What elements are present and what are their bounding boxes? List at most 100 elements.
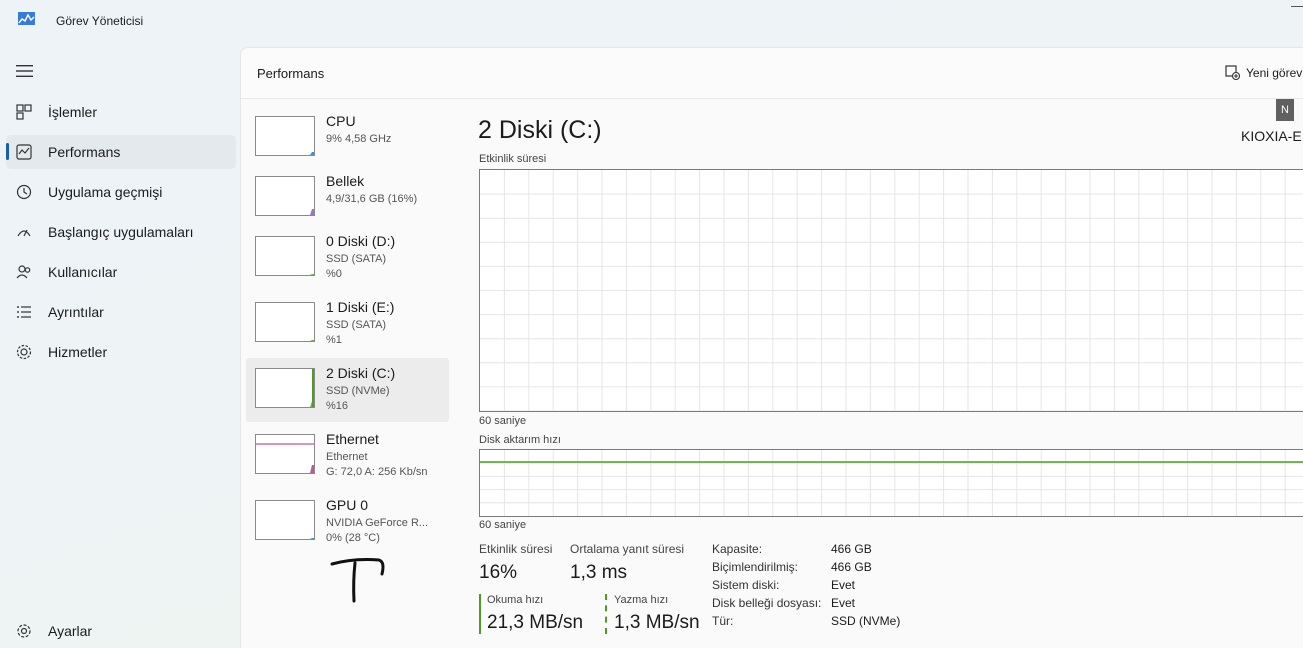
device-subtitle: SSD (SATA) [326,319,387,331]
property-key: Kapasite: [712,542,763,556]
usage-fill [310,340,314,341]
property-value: Evet [831,578,856,592]
main-panel: Performans Yeni görev CPU 9% 4,58 GHz Bell… [240,47,1303,648]
activity-time-label: Etkinlik süresi [479,542,553,556]
device-subtitle: Ethernet [326,451,368,463]
usage-fill [310,274,314,275]
window-title: Görev Yöneticisi [56,14,144,28]
graph2-time-label: 60 saniye [479,519,527,531]
device-thumbnail-graph [255,176,315,216]
read-speed-value: 21,3 MB/sn [487,612,584,633]
device-name: GPU 0 [326,497,369,513]
device-cpu[interactable]: CPU 9% 4,58 GHz [246,106,449,170]
device-status: %16 [326,400,349,412]
device-disk-0[interactable]: 0 Diski (D:) SSD (SATA) %0 [246,226,449,290]
graph2-label: Disk aktarım hızı [479,434,561,446]
device-thumbnail-graph [255,500,315,540]
device-thumbnail-graph [255,116,315,156]
nav-label: Performans [48,144,121,160]
device-ethernet[interactable]: Ethernet Ethernet G: 72,0 A: 256 Kb/sn [246,424,449,488]
device-name: 1 Diski (E:) [326,299,395,315]
device-name: 0 Diski (D:) [326,233,396,249]
device-thumbnail-graph [255,302,315,342]
device-disk-1[interactable]: 1 Diski (E:) SSD (SATA) %1 [246,292,449,356]
device-subtitle: 9% 4,58 GHz [326,133,392,145]
property-value: SSD (NVMe) [831,614,901,628]
usage-fill [310,465,314,473]
device-name: 2 Diski (C:) [326,365,396,381]
nav-item-startup-apps[interactable]: Başlangıç uygulamaları [6,215,236,249]
device-status: G: 72,0 A: 256 Kb/sn [326,466,428,478]
read-speed-marker [479,594,481,634]
nav-item-processes[interactable]: İşlemler [6,95,236,129]
nav-item-performance[interactable]: Performans [6,135,236,169]
transfer-rate-graph [479,449,1303,517]
graph1-time-label: 60 saniye [479,415,527,427]
nav-label: Kullanıcılar [48,264,118,280]
hamburger-menu-icon[interactable] [16,64,33,78]
nav-label: Ayarlar [48,623,93,639]
details-icon [17,306,31,318]
device-memory[interactable]: Bellek 4,9/31,6 GB (16%) [246,166,449,230]
usage-fill [310,209,314,215]
nav-item-details[interactable]: Ayrıntılar [6,295,236,329]
detail-title: 2 Diski (C:) [478,116,602,144]
device-subtitle: 4,9/31,6 GB (16%) [326,193,418,205]
active-indicator [6,143,9,160]
page-title: Performans [257,66,325,81]
task-manager-icon [18,12,35,25]
device-subtitle: SSD (NVMe) [326,385,390,397]
nav-item-users[interactable]: Kullanıcılar [6,255,236,289]
minimize-button[interactable] [1291,6,1303,7]
avg-response-value: 1,3 ms [570,562,628,583]
nav-label: Ayrıntılar [48,304,104,320]
property-value: 466 GB [831,560,872,574]
new-task-label: Yeni görev [1246,65,1303,80]
nav-label: İşlemler [48,104,98,120]
disk-model: KIOXIA-E [1241,128,1302,144]
write-speed-label: Yazma hızı [614,594,669,606]
device-status: %1 [326,334,342,346]
device-name: Ethernet [326,431,379,447]
device-subtitle: SSD (SATA) [326,253,387,265]
main-header: Performans Yeni görev [241,48,1303,99]
write-speed-marker [605,594,607,634]
property-key: Biçimlendirilmiş: [712,560,799,574]
device-subtitle: NVIDIA GeForce R... [326,517,429,529]
property-key: Disk belleği dosyası: [712,596,822,610]
graph1-label: Etkinlik süresi [479,153,547,165]
nav-item-app-history[interactable]: Uygulama geçmişi [6,175,236,209]
nav-label: Başlangıç uygulamaları [48,224,194,240]
processes-icon [16,104,32,120]
device-gpu-0[interactable]: GPU 0 NVIDIA GeForce R... 0% (28 °C) [246,490,449,554]
device-disk-2[interactable]: 2 Diski (C:) SSD (NVMe) %16 [246,358,449,422]
new-task-icon [1225,65,1240,80]
nav-label: Uygulama geçmişi [48,184,163,200]
write-speed-value: 1,3 MB/sn [614,612,700,633]
property-value: Evet [831,596,856,610]
model-badge: N [1276,99,1294,121]
gear-icon [17,624,31,638]
avg-response-label: Ortalama yanıt süresi [570,542,685,556]
nav-item-settings[interactable]: Ayarlar [6,614,236,648]
handwritten-t-mark [330,558,385,603]
property-key: Tür: [712,614,734,628]
device-name: CPU [326,113,356,129]
performance-icon [16,144,32,160]
activity-time-graph [479,169,1303,412]
new-task-button[interactable]: Yeni görev [1225,65,1302,80]
nav-label: Hizmetler [48,344,108,360]
usage-fill [310,152,314,155]
users-icon [16,265,31,279]
activity-time-value: 16% [479,562,518,583]
property-key: Sistem diski: [712,578,780,592]
property-value: 466 GB [831,542,872,556]
nav-item-services[interactable]: Hizmetler [6,335,236,369]
usage-fill [310,538,314,539]
startup-icon [17,229,31,237]
services-icon [16,344,32,360]
device-thumbnail-graph [255,434,315,474]
history-icon [16,184,32,200]
device-thumbnail-graph [255,368,315,408]
device-thumbnail-graph [255,236,315,276]
